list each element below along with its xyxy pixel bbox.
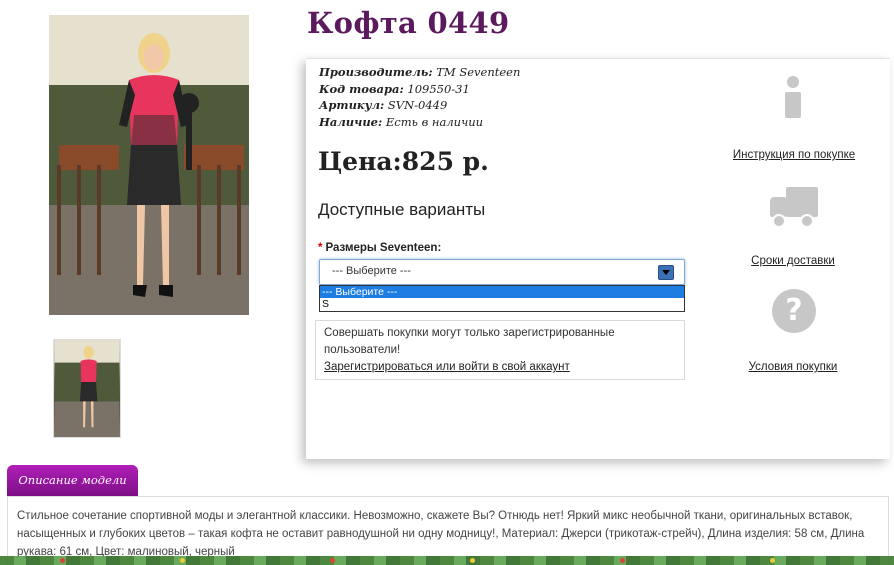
login-notice-text: Совершать покупки могут только зарегистр… xyxy=(324,327,615,356)
size-select-value: --- Выберите --- xyxy=(332,265,411,277)
garland-ornament xyxy=(180,558,185,563)
code-row: Код товара: 109550-31 xyxy=(319,81,520,98)
garland-ornament xyxy=(470,558,475,563)
required-mark: * xyxy=(318,242,323,254)
code-label: Код товара: xyxy=(319,81,404,96)
garland-ornament xyxy=(770,558,775,563)
thumbnail-illustration xyxy=(54,340,120,437)
size-dropdown-list: --- Выберите --- S xyxy=(319,285,685,312)
product-thumbnail[interactable] xyxy=(53,339,121,438)
garland-ornament xyxy=(60,558,65,563)
dropdown-option-s[interactable]: S xyxy=(320,298,684,310)
size-label-text: Размеры Seventeen: xyxy=(325,242,442,254)
question-icon: ? xyxy=(772,289,816,333)
variants-heading: Доступные варианты xyxy=(318,200,486,219)
login-notice: Совершать покупки могут только зарегистр… xyxy=(315,320,685,380)
product-photo-illustration xyxy=(49,15,249,315)
chevron-down-icon[interactable] xyxy=(658,265,674,280)
availability-label: Наличие: xyxy=(319,114,383,129)
product-main-photo[interactable] xyxy=(49,15,249,315)
manufacturer-row: Производитель: ТМ Seventeen xyxy=(319,64,520,81)
garland-ornament xyxy=(620,558,625,563)
manufacturer-value: ТМ Seventeen xyxy=(436,65,521,79)
garland-ornament xyxy=(330,558,335,563)
purchase-terms-link[interactable]: Условия покупки xyxy=(732,361,854,373)
manufacturer-label: Производитель: xyxy=(319,65,433,79)
size-label: * Размеры Seventeen: xyxy=(318,242,441,254)
article-row: Артикул: SVN-0449 xyxy=(319,97,520,114)
dropdown-option-placeholder[interactable]: --- Выберите --- xyxy=(320,286,684,298)
product-title: Кофта 0449 xyxy=(307,6,510,40)
delivery-time-link[interactable]: Сроки доставки xyxy=(736,255,850,267)
product-price: Цена:825 р. xyxy=(318,147,489,176)
truck-icon xyxy=(770,187,820,228)
code-value: 109550-31 xyxy=(407,81,470,96)
size-select[interactable]: --- Выберите --- xyxy=(319,259,685,285)
tab-description[interactable]: Описание модели xyxy=(7,465,138,496)
availability-row: Наличие: Есть в наличии xyxy=(319,114,520,131)
product-attributes: Производитель: ТМ Seventeen Код товара: … xyxy=(319,64,520,130)
purchase-instructions-link[interactable]: Инструкция по покупке xyxy=(730,149,858,161)
product-info-panel: Производитель: ТМ Seventeen Код товара: … xyxy=(306,58,890,459)
article-value: SVN-0449 xyxy=(387,98,448,112)
register-login-link[interactable]: Зарегистрироваться или войти в свой акка… xyxy=(324,361,570,373)
description-text: Стильное сочетание спортивной моды и эле… xyxy=(17,510,865,558)
article-label: Артикул: xyxy=(319,98,385,112)
decorative-garland xyxy=(0,556,894,565)
info-icon xyxy=(782,76,804,120)
availability-value: Есть в наличии xyxy=(385,114,484,129)
product-description: Стильное сочетание спортивной моды и эле… xyxy=(7,496,889,565)
